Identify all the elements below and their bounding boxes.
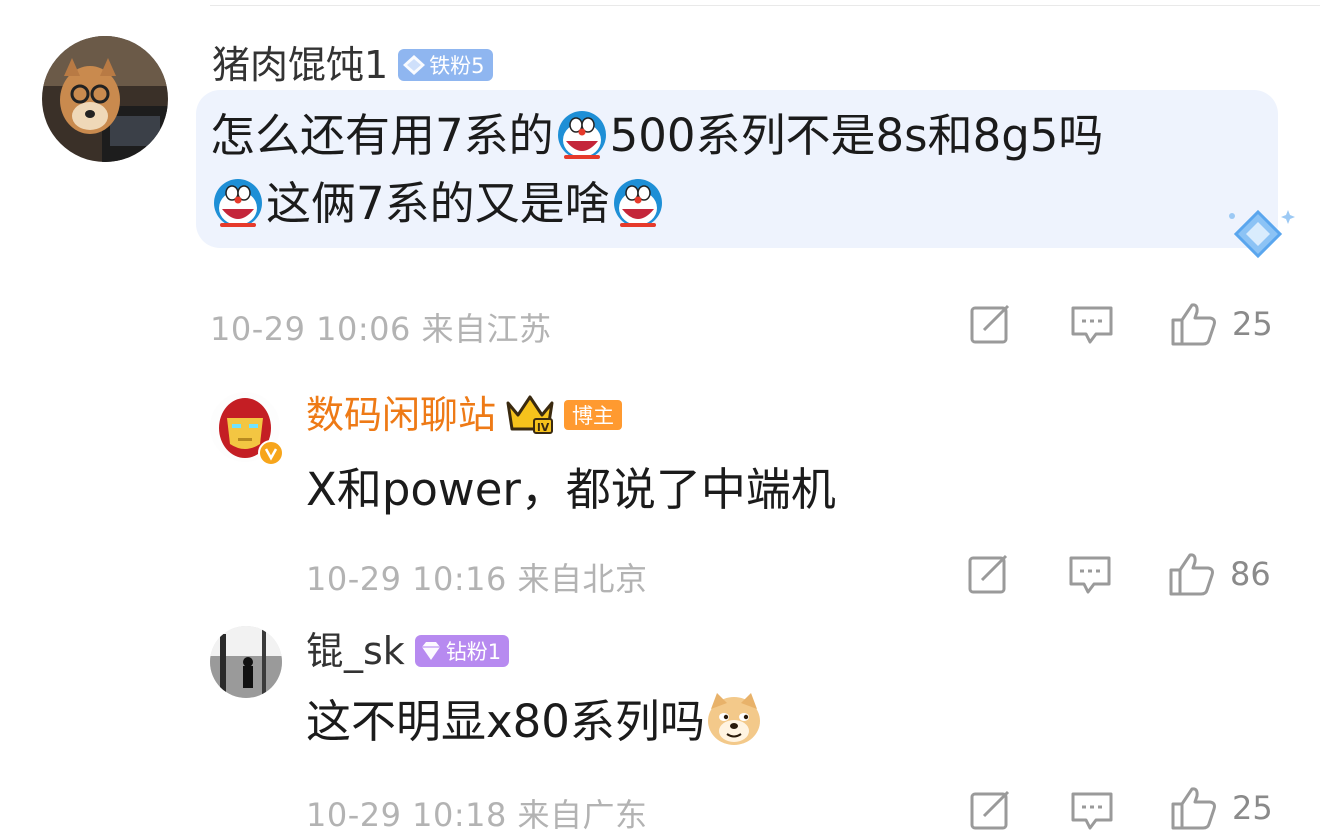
share-icon — [970, 304, 1010, 344]
timestamp: 10-29 10:16 — [306, 560, 507, 598]
text-segment: 怎么还有用7系的 — [210, 109, 554, 162]
timestamp: 10-29 10:06 — [210, 310, 411, 348]
thumb-up-icon — [1169, 553, 1214, 596]
like-count: 25 — [1232, 305, 1273, 343]
badge-label: 钻粉1 — [445, 640, 502, 664]
text-segment: 500系列不是8s和8g5吗 — [609, 109, 1104, 162]
verified-icon — [258, 440, 284, 466]
doraemon-laugh-icon — [214, 179, 262, 227]
location: 来自江苏 — [421, 310, 552, 348]
comment-text: X和power，都说了中端机 — [306, 463, 836, 516]
comment-text: 这不明显x80系列吗 — [306, 688, 763, 756]
share-button[interactable] — [970, 790, 1012, 830]
share-button[interactable] — [970, 304, 1012, 344]
comment-text-line-1: 怎么还有用7系的 500系列不是8s和8g5吗 — [210, 102, 1103, 170]
top-divider — [210, 5, 1320, 6]
like-button[interactable]: 25 — [1170, 786, 1273, 830]
text-segment: 这俩7系的又是啥 — [266, 177, 610, 230]
avatar[interactable] — [210, 626, 282, 698]
reply-icon — [1071, 306, 1113, 344]
fan-badge[interactable]: 钻粉1 — [414, 635, 510, 667]
crown-icon: lV — [506, 395, 554, 434]
share-icon — [968, 554, 1008, 594]
blogger-badge[interactable]: 博主 — [564, 400, 623, 430]
like-button[interactable]: 25 — [1170, 302, 1273, 346]
username[interactable]: 猪肉馄饨1 — [212, 42, 388, 88]
reply-icon — [1071, 792, 1113, 830]
thumb-up-icon — [1171, 303, 1216, 346]
svg-text:lV: lV — [537, 421, 550, 434]
badge-label: 铁粉5 — [429, 54, 485, 78]
doge-icon — [707, 693, 760, 745]
comment-text-line-2: 这俩7系的又是啥 — [210, 170, 666, 238]
diamond-icon — [403, 55, 426, 75]
location: 来自北京 — [517, 560, 648, 598]
timestamp: 10-29 10:18 — [306, 796, 507, 834]
comment-meta: 10-29 10:06 来自江苏 — [210, 304, 552, 350]
doraemon-laugh-icon — [613, 179, 662, 227]
reply-button[interactable] — [1070, 304, 1114, 346]
fan-badge[interactable]: 铁粉5 — [398, 49, 493, 81]
share-icon — [970, 790, 1010, 830]
username[interactable]: 数码闲聊站 — [306, 392, 496, 438]
share-button[interactable] — [968, 554, 1010, 594]
reply-button[interactable] — [1068, 554, 1112, 596]
doraemon-laugh-icon — [557, 111, 606, 159]
diamond-icon — [421, 642, 440, 660]
like-count: 25 — [1232, 789, 1273, 827]
username[interactable]: 锟_sk — [306, 628, 405, 674]
sparkle-diamond-icon — [1229, 209, 1295, 259]
comment-meta: 10-29 10:18 来自广东 — [306, 790, 648, 836]
reply-button[interactable] — [1070, 790, 1114, 832]
text-segment: 这不明显x80系列吗 — [306, 695, 705, 748]
thumb-up-icon — [1171, 787, 1216, 830]
like-button[interactable]: 86 — [1168, 552, 1271, 596]
avatar[interactable] — [42, 36, 168, 162]
like-count: 86 — [1230, 555, 1271, 593]
location: 来自广东 — [517, 796, 648, 834]
comment-meta: 10-29 10:16 来自北京 — [306, 554, 648, 600]
reply-icon — [1069, 556, 1111, 594]
